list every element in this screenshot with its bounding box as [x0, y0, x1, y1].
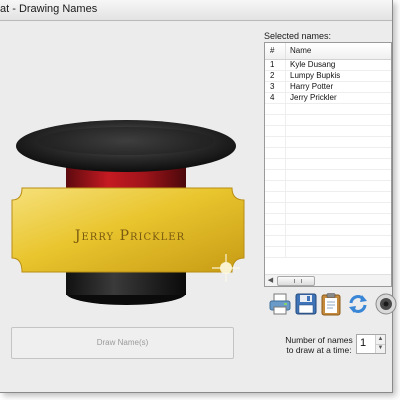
scroll-thumb[interactable]: [277, 276, 315, 286]
save-disk-icon[interactable]: [294, 292, 318, 316]
list-item[interactable]: 2 Lumpy Bupkis: [265, 71, 391, 82]
column-name-header[interactable]: Name: [290, 46, 311, 55]
hat-illustration: [11, 120, 245, 305]
horizontal-scrollbar[interactable]: ◀: [265, 274, 391, 286]
refresh-icon[interactable]: [346, 292, 370, 316]
ticket-name: Jerry Prickler: [74, 228, 186, 244]
row-number: 1: [270, 60, 275, 69]
draw-count-label: Number of names to draw at a time:: [285, 335, 353, 355]
draw-names-label: Draw Name(s): [96, 338, 149, 347]
row-name: Lumpy Bupkis: [290, 71, 341, 80]
row-number: 3: [270, 82, 275, 91]
row-name: Jerry Prickler: [290, 93, 337, 102]
list-item[interactable]: 1 Kyle Dusang: [265, 60, 391, 71]
draw-count-stepper[interactable]: 1 ▲ ▼: [356, 334, 386, 354]
draw-names-button[interactable]: Draw Name(s): [11, 327, 234, 359]
scroll-left-icon[interactable]: ◀: [265, 275, 276, 286]
list-header: # Name: [265, 43, 391, 60]
app-window: at - Drawing Names Jerry Prickler Select…: [0, 0, 397, 393]
row-number: 2: [270, 71, 275, 80]
clipboard-icon[interactable]: [319, 292, 343, 316]
row-name: Harry Potter: [290, 82, 334, 91]
selected-names-list[interactable]: # Name 1 Kyle Dusang 2 Lumpy Bupkis 3 Harry…: [264, 42, 392, 287]
list-item[interactable]: 3 Harry Potter: [265, 82, 391, 93]
sound-speaker-icon[interactable]: [374, 292, 398, 316]
row-number: 4: [270, 93, 275, 102]
row-name: Kyle Dusang: [290, 60, 336, 69]
selected-names-label: Selected names:: [264, 31, 332, 41]
printer-icon[interactable]: [268, 292, 292, 316]
list-item[interactable]: 4 Jerry Prickler: [265, 93, 391, 104]
column-number-header[interactable]: #: [270, 46, 274, 55]
draw-count-value[interactable]: 1: [360, 337, 366, 349]
decrement-arrow-icon[interactable]: ▼: [376, 344, 385, 353]
